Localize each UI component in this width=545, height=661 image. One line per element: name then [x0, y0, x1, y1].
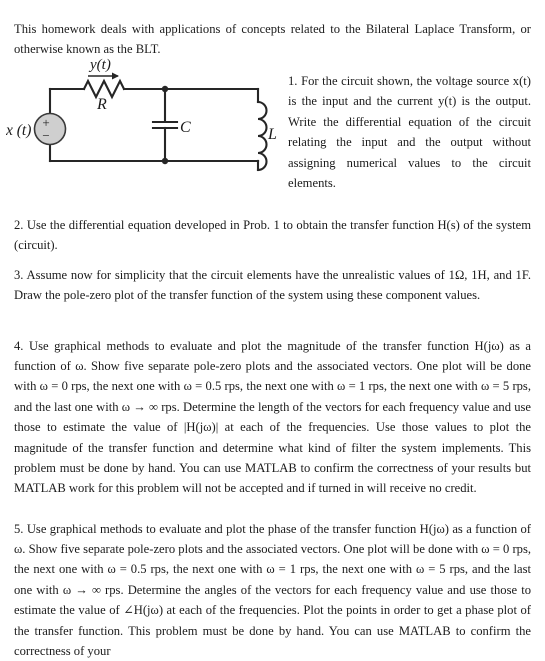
capacitor-label: C: [180, 119, 191, 136]
current-label: y(t): [88, 57, 111, 73]
resistor-label: R: [96, 96, 107, 113]
problem-5-paragraph: 5. Use graphical methods to evaluate and…: [14, 521, 531, 658]
node-dot-bottom: [161, 157, 169, 165]
problem-1-paragraph: 1. For the circuit shown, the voltage so…: [288, 73, 531, 191]
document-page: This homework deals with applications of…: [0, 0, 545, 658]
problem-4-paragraph: 4. Use graphical methods to evaluate and…: [14, 338, 531, 496]
voltage-source-symbol: [33, 112, 67, 146]
inductor-symbol: [256, 100, 268, 172]
current-arrow: [88, 72, 119, 80]
intro-paragraph: This homework deals with applications of…: [14, 21, 531, 56]
source-label: x (t): [6, 122, 31, 139]
node-dot-top: [161, 85, 169, 93]
problem-2-paragraph: 2. Use the differential equation develop…: [14, 217, 531, 252]
problem-3-paragraph: 3. Assume now for simplicity that the ci…: [14, 267, 531, 302]
circuit-figure: y(t) R C L x (t) + −: [6, 56, 284, 184]
resistor-symbol: [82, 78, 126, 100]
source-minus-label: −: [42, 128, 49, 143]
inductor-label: L: [267, 126, 277, 143]
circuit-schematic-svg: y(t) R C L x (t) + −: [6, 57, 277, 172]
